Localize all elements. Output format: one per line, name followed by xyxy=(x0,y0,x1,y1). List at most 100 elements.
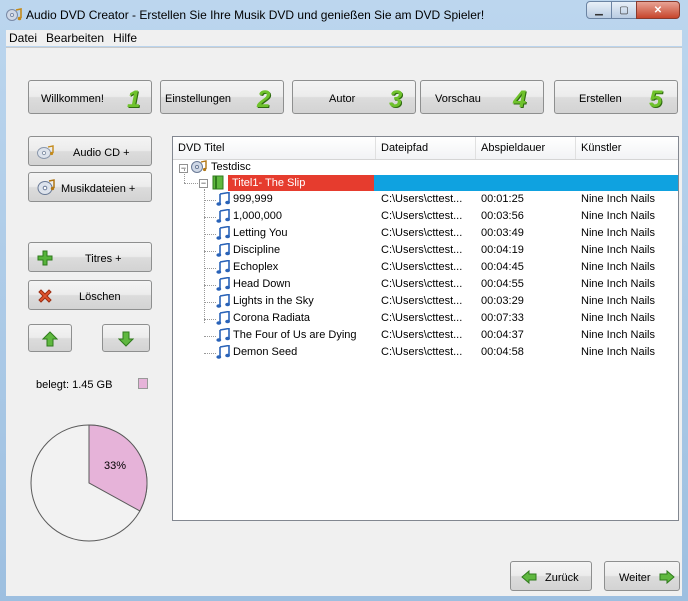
pie-percent-label: 33% xyxy=(104,460,126,472)
tree-line xyxy=(204,302,216,303)
back-button[interactable]: Zurück xyxy=(510,561,592,591)
track-name: 1,000,000 xyxy=(233,210,282,222)
step-preview-button[interactable]: Vorschau 4 xyxy=(420,80,544,114)
tree-line xyxy=(204,285,216,286)
tree-line xyxy=(204,336,216,337)
maximize-button[interactable]: ▢ xyxy=(611,1,637,19)
menu-datei[interactable]: Datei xyxy=(6,31,43,45)
track-name: The Four of Us are Dying xyxy=(233,329,357,341)
add-audio-cd-label: Audio CD + xyxy=(73,147,130,159)
music-note-icon xyxy=(216,259,230,277)
tree-root-row[interactable]: − Testdisc xyxy=(173,160,678,176)
track-row[interactable]: Demon Seed C:\Users\cttest... 00:04:58 Nine… xyxy=(173,344,678,362)
track-artist: Nine Inch Nails xyxy=(581,295,655,307)
track-row[interactable]: Echoplex C:\Users\cttest... 00:04:45 Nine I… xyxy=(173,259,678,277)
tree-line xyxy=(204,353,216,354)
step-author-button[interactable]: Autor 3 xyxy=(292,80,416,114)
arrow-up-icon xyxy=(42,331,58,347)
step-create-label: Erstellen xyxy=(579,93,622,105)
add-titles-label: Titres + xyxy=(85,253,122,265)
music-note-icon xyxy=(216,225,230,243)
track-duration: 00:04:55 xyxy=(481,278,524,290)
track-artist: Nine Inch Nails xyxy=(581,278,655,290)
menu-bearbeiten[interactable]: Bearbeiten xyxy=(43,31,110,45)
track-row[interactable]: Head Down C:\Users\cttest... 00:04:55 Nine … xyxy=(173,276,678,293)
minimize-button[interactable]: ▁ xyxy=(586,1,612,19)
plus-icon xyxy=(37,250,53,266)
track-duration: 00:04:19 xyxy=(481,244,524,256)
step-2-number: 2 xyxy=(257,86,271,113)
selected-title-row[interactable]: − Titel1- The Slip xyxy=(173,175,678,191)
step-welcome-button[interactable]: Willkommen! 1 xyxy=(28,80,152,114)
move-down-button[interactable] xyxy=(102,324,150,352)
track-name: Demon Seed xyxy=(233,346,298,358)
track-path: C:\Users\cttest... xyxy=(381,278,463,290)
column-header-path[interactable]: Dateipfad xyxy=(376,137,476,159)
track-duration: 00:03:49 xyxy=(481,227,524,239)
track-path: C:\Users\cttest... xyxy=(381,261,463,273)
title-book-icon xyxy=(212,175,224,190)
delete-button[interactable]: Löschen xyxy=(28,280,152,310)
track-row[interactable]: 999,999 C:\Users\cttest... 00:01:25 Nine In… xyxy=(173,191,678,208)
tree-line xyxy=(184,183,198,184)
step-4-number: 4 xyxy=(513,86,527,113)
step-create-button[interactable]: Erstellen 5 xyxy=(554,80,678,114)
track-path: C:\Users\cttest... xyxy=(381,295,463,307)
track-name: Letting You xyxy=(233,227,288,239)
add-audio-cd-button[interactable]: Audio CD + xyxy=(28,136,152,166)
close-button[interactable]: ✕ xyxy=(636,1,680,19)
selected-row-highlight xyxy=(374,175,678,191)
delete-x-icon xyxy=(38,289,52,303)
music-note-icon xyxy=(216,344,230,362)
track-name: Head Down xyxy=(233,278,291,290)
track-row[interactable]: Letting You C:\Users\cttest... 00:03:49 Nin… xyxy=(173,225,678,243)
track-name: Echoplex xyxy=(233,261,279,273)
music-note-icon xyxy=(216,327,230,345)
music-note-icon xyxy=(216,208,230,226)
track-list-view[interactable]: DVD Titel Dateipfad Abspieldauer Künstle… xyxy=(172,136,679,521)
track-duration: 00:04:58 xyxy=(481,346,524,358)
move-up-button[interactable] xyxy=(28,324,72,352)
title-expander[interactable]: − xyxy=(199,179,208,188)
track-artist: Nine Inch Nails xyxy=(581,244,655,256)
window-title: Audio DVD Creator - Erstellen Sie Ihre M… xyxy=(26,8,485,22)
step-settings-button[interactable]: Einstellungen 2 xyxy=(160,80,284,114)
disc-icon xyxy=(191,160,207,173)
track-duration: 00:03:29 xyxy=(481,295,524,307)
usage-legend-swatch xyxy=(138,378,148,389)
track-row[interactable]: The Four of Us are Dying C:\Users\cttest.… xyxy=(173,327,678,345)
column-header-artist[interactable]: Künstler xyxy=(576,137,678,159)
track-duration: 00:07:33 xyxy=(481,312,524,324)
music-note-icon xyxy=(216,242,230,260)
column-header-duration[interactable]: Abspieldauer xyxy=(476,137,576,159)
track-row[interactable]: Lights in the Sky C:\Users\cttest... 00:03… xyxy=(173,293,678,311)
step-welcome-label: Willkommen! xyxy=(41,93,104,105)
disk-usage-label: belegt: 1.45 GB xyxy=(36,379,113,391)
step-preview-label: Vorschau xyxy=(435,93,481,105)
delete-label: Löschen xyxy=(79,291,121,303)
arrow-down-icon xyxy=(118,331,134,347)
track-row[interactable]: 1,000,000 C:\Users\cttest... 00:03:56 Nine … xyxy=(173,208,678,226)
root-disc-label: Testdisc xyxy=(211,161,251,173)
track-row[interactable]: Discipline C:\Users\cttest... 00:04:19 Nine… xyxy=(173,242,678,260)
music-note-icon xyxy=(216,293,230,311)
music-note-icon xyxy=(216,310,230,328)
disk-usage-pie: 33% xyxy=(30,424,148,542)
add-titles-button[interactable]: Titres + xyxy=(28,242,152,272)
music-files-icon xyxy=(37,179,55,195)
track-row[interactable]: Corona Radiata C:\Users\cttest... 00:07:33… xyxy=(173,310,678,328)
next-button[interactable]: Weiter xyxy=(604,561,680,591)
track-artist: Nine Inch Nails xyxy=(581,261,655,273)
menu-hilfe[interactable]: Hilfe xyxy=(110,31,143,45)
add-music-files-button[interactable]: Musikdateien + xyxy=(28,172,152,202)
app-icon xyxy=(6,8,22,21)
tree-line xyxy=(184,169,185,183)
selected-title-name: Titel1- The Slip xyxy=(228,175,374,191)
track-path: C:\Users\cttest... xyxy=(381,312,463,324)
tree-line xyxy=(204,251,216,252)
column-header-dvd-title[interactable]: DVD Titel xyxy=(173,137,376,159)
step-author-label: Autor xyxy=(329,93,356,105)
track-name: Discipline xyxy=(233,244,281,256)
tree-line xyxy=(204,234,216,235)
track-artist: Nine Inch Nails xyxy=(581,210,655,222)
